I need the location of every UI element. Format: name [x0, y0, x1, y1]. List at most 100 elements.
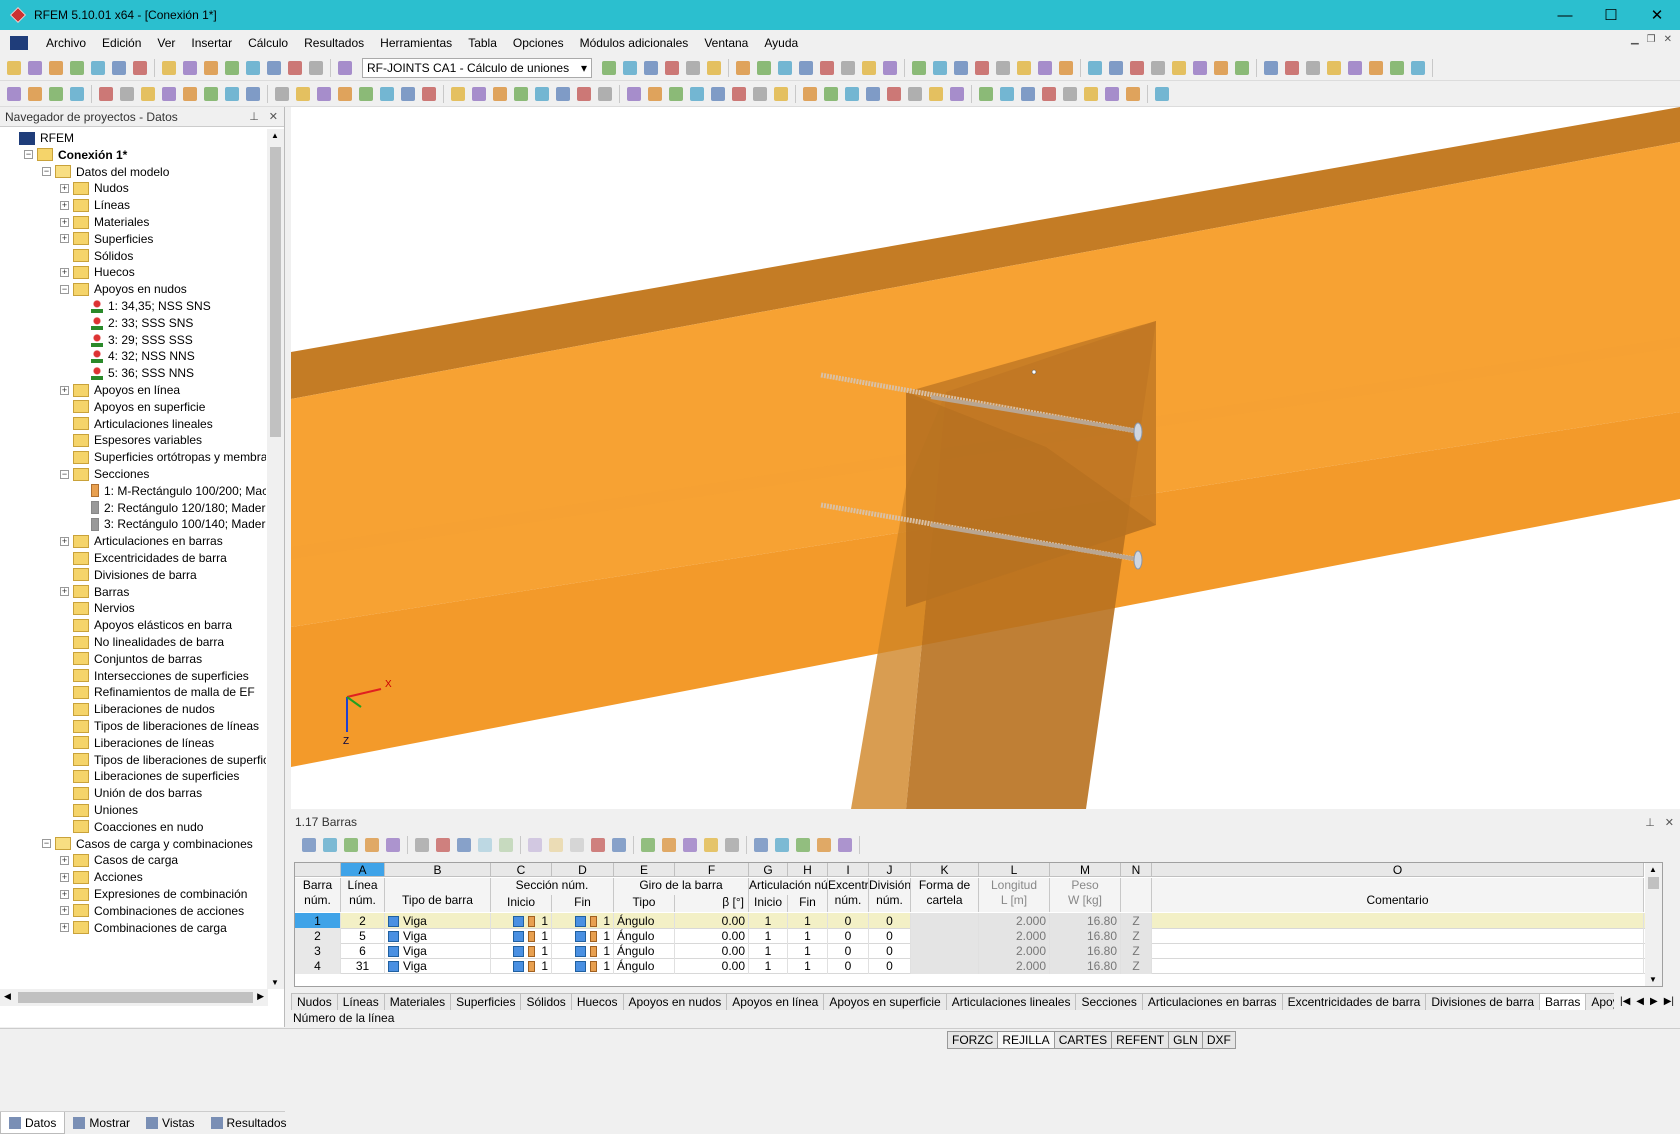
toolbar-button-icon[interactable] — [662, 58, 682, 78]
corner-cell[interactable] — [295, 863, 341, 877]
table-toolbar-button-icon[interactable] — [751, 835, 771, 855]
status-toggle-cartes[interactable]: CARTES — [1053, 1031, 1113, 1049]
column-letter[interactable]: L — [979, 863, 1050, 877]
expand-icon[interactable]: + — [60, 855, 69, 865]
menu-item-0[interactable]: Archivo — [38, 36, 94, 50]
table-toolbar-button-icon[interactable] — [496, 835, 516, 855]
cell-beta[interactable]: 0.00 — [675, 913, 749, 929]
tree-item[interactable]: − Casos de carga y combinaciones — [42, 835, 253, 853]
table-toolbar-button-icon[interactable] — [588, 835, 608, 855]
table-tab[interactable]: Articulaciones lineales — [945, 993, 1077, 1010]
table-tab[interactable]: Secciones — [1075, 993, 1143, 1010]
cell-W[interactable]: 16.80 — [1050, 928, 1121, 944]
toolbar-button-icon[interactable] — [306, 58, 326, 78]
table-tab[interactable]: Divisiones de barra — [1425, 993, 1541, 1010]
tree-item[interactable]: Sólidos — [60, 247, 133, 265]
menu-item-4[interactable]: Cálculo — [240, 36, 296, 50]
toolbar-button-icon[interactable] — [272, 84, 292, 104]
toolbar-button-icon[interactable] — [377, 84, 397, 104]
tree-item[interactable]: Divisiones de barra — [60, 566, 197, 584]
expand-icon[interactable]: + — [60, 587, 69, 597]
cell-n[interactable]: 4 — [295, 958, 341, 974]
toolbar-button-icon[interactable] — [1102, 84, 1122, 104]
toolbar-button-icon[interactable] — [1190, 58, 1210, 78]
expand-icon[interactable]: + — [60, 872, 69, 882]
tree-item[interactable]: + Casos de carga — [60, 851, 178, 869]
cell-div[interactable]: 0 — [869, 928, 911, 944]
status-toggle-gln[interactable]: GLN — [1168, 1031, 1203, 1049]
table-tab[interactable]: Articulaciones en barras — [1141, 993, 1283, 1010]
toolbar-button-icon[interactable] — [595, 84, 615, 104]
table-row[interactable]: 3 6 Viga 1 1 Ángulo 0.00 1 1 0 0 2.000 16.80 Z — [295, 943, 1662, 959]
tree-item[interactable]: Articulaciones lineales — [60, 415, 213, 433]
cell-linea[interactable]: 5 — [341, 928, 385, 944]
column-letter[interactable]: E — [614, 863, 675, 877]
toolbar-button-icon[interactable] — [490, 84, 510, 104]
toolbar-button-icon[interactable] — [46, 84, 66, 104]
column-letter[interactable]: H — [788, 863, 828, 877]
toolbar-button-icon[interactable] — [398, 84, 418, 104]
toolbar-button-icon[interactable] — [109, 58, 129, 78]
navigator-hscrollbar[interactable]: ◀ ▶ — [0, 989, 268, 1006]
cell-linea[interactable]: 2 — [341, 913, 385, 929]
toolbar-button-icon[interactable] — [863, 84, 883, 104]
tree-item[interactable]: + Barras — [60, 583, 129, 601]
tree-item[interactable]: Conjuntos de barras — [60, 650, 202, 668]
toolbar-button-icon[interactable] — [159, 84, 179, 104]
table-toolbar-button-icon[interactable] — [433, 835, 453, 855]
table-toolbar-button-icon[interactable] — [454, 835, 474, 855]
toolbar-button-icon[interactable] — [314, 84, 334, 104]
cell-N[interactable]: Z — [1121, 943, 1152, 959]
toolbar-button-icon[interactable] — [1035, 58, 1055, 78]
table-toolbar-button-icon[interactable] — [567, 835, 587, 855]
table-toolbar-button-icon[interactable] — [362, 835, 382, 855]
navigator-tab-mostrar[interactable]: Mostrar — [65, 1112, 138, 1134]
menu-item-1[interactable]: Edición — [94, 36, 149, 50]
table-tab[interactable]: Apoyos en nudos — [622, 993, 728, 1010]
toolbar-button-icon[interactable] — [511, 84, 531, 104]
cell-N[interactable]: Z — [1121, 928, 1152, 944]
status-toggle-dxf[interactable]: DXF — [1201, 1031, 1236, 1049]
table-toolbar-button-icon[interactable] — [475, 835, 495, 855]
column-letter[interactable]: M — [1050, 863, 1121, 877]
table-tab[interactable]: Superficies — [450, 993, 522, 1010]
toolbar-button-icon[interactable] — [909, 58, 929, 78]
toolbar-button-icon[interactable] — [624, 84, 644, 104]
cell-empty[interactable] — [1152, 958, 1644, 974]
toolbar-button-icon[interactable] — [599, 58, 619, 78]
table-toolbar-button-icon[interactable] — [525, 835, 545, 855]
toolbar-button-icon[interactable] — [1211, 58, 1231, 78]
column-letter[interactable]: N — [1121, 863, 1152, 877]
tree-item[interactable]: + Expresiones de combinación — [60, 885, 247, 903]
cell-tipo[interactable]: Viga — [385, 943, 491, 959]
table-close-icon[interactable]: ✕ — [1665, 816, 1674, 829]
column-letter[interactable]: G — [749, 863, 788, 877]
toolbar-button-icon[interactable] — [750, 84, 770, 104]
cell-ai[interactable]: 1 — [749, 943, 788, 959]
cell-gtipo[interactable]: Ángulo — [614, 958, 675, 974]
tree-item[interactable]: + Superficies — [60, 230, 153, 248]
table-row[interactable]: 4 31 Viga 1 1 Ángulo 0.00 1 1 0 0 2.000 16.80 Z — [295, 958, 1662, 974]
table-toolbar-button-icon[interactable] — [835, 835, 855, 855]
tree-item[interactable]: + Nudos — [60, 179, 129, 197]
tree-item[interactable]: + Acciones — [60, 868, 143, 886]
menu-item-11[interactable]: Ayuda — [756, 36, 806, 50]
table-tab[interactable]: Excentricidades de barra — [1281, 993, 1427, 1010]
tree-item[interactable]: No linealidades de barra — [60, 633, 224, 651]
toolbar-button-icon[interactable] — [1261, 58, 1281, 78]
tree-item[interactable]: 1: 34,35; NSS SNS — [78, 297, 211, 315]
toolbar-button-icon[interactable] — [117, 84, 137, 104]
toolbar-button-icon[interactable] — [842, 84, 862, 104]
toolbar-button-icon[interactable] — [1169, 58, 1189, 78]
cell-tipo[interactable]: Viga — [385, 928, 491, 944]
toolbar-button-icon[interactable] — [880, 58, 900, 78]
toolbar-button-icon[interactable] — [859, 58, 879, 78]
tree-item[interactable]: Excentricidades de barra — [60, 549, 227, 567]
tree-item[interactable]: RFEM — [6, 129, 74, 147]
cell-exc[interactable]: 0 — [828, 913, 869, 929]
cell-sf[interactable]: 1 — [552, 913, 614, 929]
menu-item-10[interactable]: Ventana — [696, 36, 756, 50]
toolbar-button-icon[interactable] — [972, 58, 992, 78]
expand-icon[interactable]: + — [60, 536, 69, 546]
navigator-tab-datos[interactable]: Datos — [0, 1112, 66, 1134]
